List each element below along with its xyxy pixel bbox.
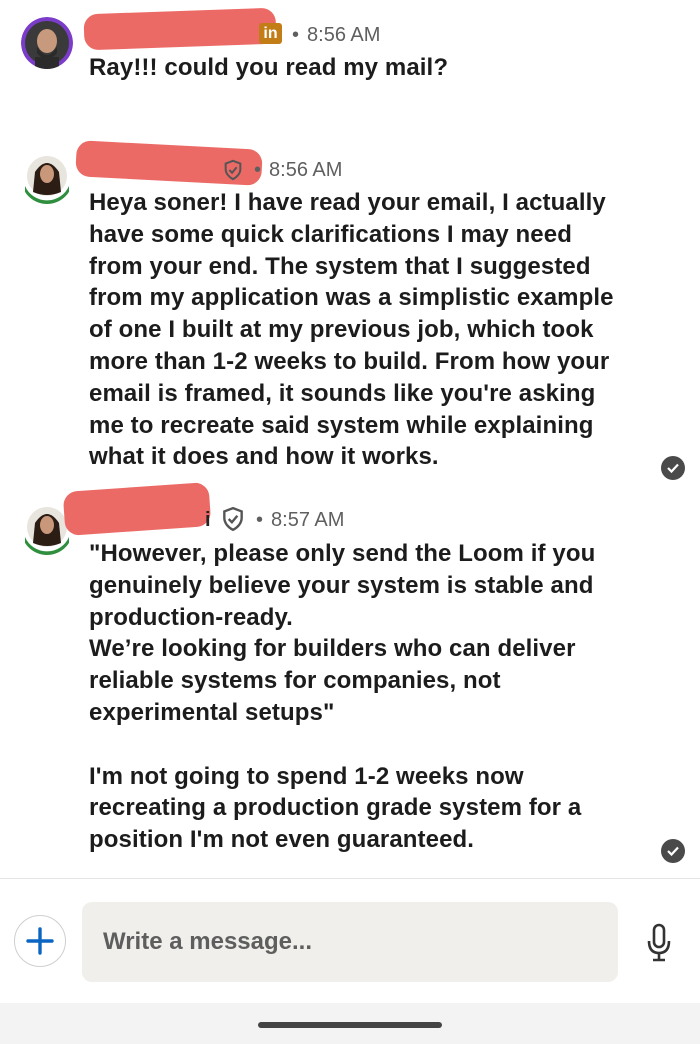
message-time: 8:57 AM	[271, 508, 345, 531]
message-time: 8:56 AM	[269, 158, 343, 181]
microphone-button[interactable]	[644, 923, 674, 963]
message-text: Ray!!! could you read my mail?	[89, 54, 449, 81]
message-text: Heya soner! I have read your email, I ac…	[89, 189, 614, 471]
attach-button[interactable]	[14, 915, 66, 967]
separator-dot: •	[254, 158, 262, 181]
message-input-placeholder: Write a message...	[103, 928, 312, 955]
message-time: 8:56 AM	[307, 23, 381, 46]
home-gesture-handle[interactable]	[258, 1022, 442, 1028]
avatar-sender[interactable]	[21, 152, 73, 204]
redacted-name	[83, 7, 277, 51]
message-text: "However, please only send the Loom if y…	[89, 540, 596, 854]
redacted-name	[62, 481, 212, 537]
seen-check-icon	[661, 456, 685, 480]
message-input[interactable]: Write a message...	[82, 902, 618, 982]
seen-check-icon	[661, 839, 685, 863]
plus-icon	[26, 927, 54, 955]
sender-name-fragment: i	[205, 508, 211, 531]
microphone-icon	[647, 923, 671, 962]
separator-dot: •	[292, 23, 300, 46]
linkedin-premium-badge: in	[259, 23, 282, 44]
verified-shield-icon	[220, 506, 246, 537]
message-composer: Write a message...	[0, 878, 700, 1004]
avatar-sender[interactable]	[21, 17, 73, 69]
system-navigation-bar	[0, 1003, 700, 1044]
separator-dot: •	[256, 508, 264, 531]
verified-shield-icon	[222, 159, 244, 186]
